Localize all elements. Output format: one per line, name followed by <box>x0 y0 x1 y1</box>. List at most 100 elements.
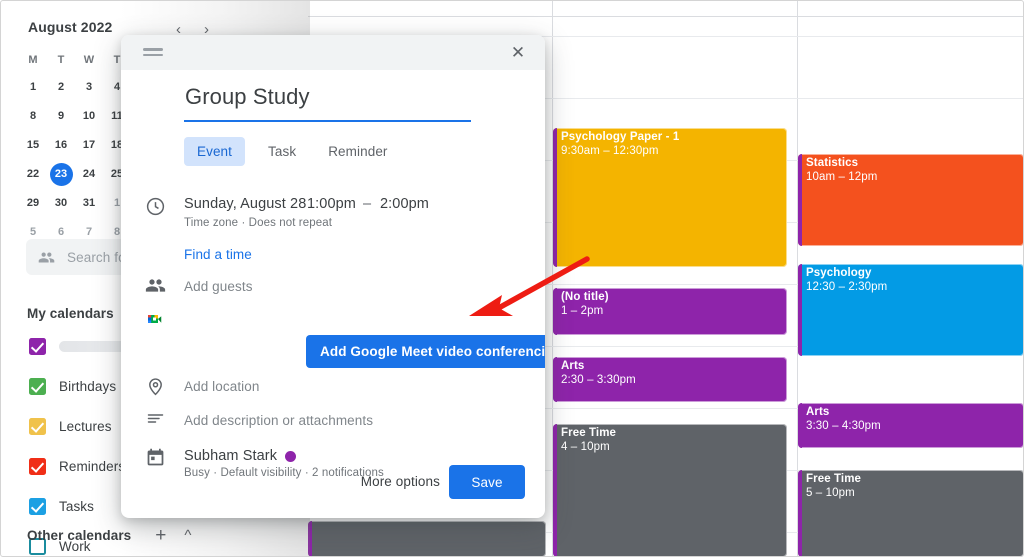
owner-name-text: Subham Stark <box>184 448 278 464</box>
event-title: Arts <box>561 360 585 372</box>
event-schedule-sub: Time zone · Does not repeat <box>184 217 333 229</box>
mini-calendar-day[interactable]: 24 <box>75 160 103 189</box>
event-color-bar <box>798 154 802 246</box>
calendar-event[interactable] <box>308 521 546 557</box>
event-color-bar <box>553 288 557 335</box>
time-dash: – <box>363 196 372 212</box>
calendar-event[interactable]: Arts 2:30 – 3:30pm <box>553 357 787 402</box>
mini-calendar-day[interactable]: 1 <box>19 73 47 102</box>
calendar-event[interactable]: (No title) 1 – 2pm <box>553 288 787 335</box>
calendar-checkbox[interactable] <box>29 337 46 355</box>
event-title-input[interactable]: Group Study <box>185 84 470 110</box>
mini-calendar-day[interactable]: 29 <box>19 189 47 218</box>
mini-calendar-day[interactable]: 10 <box>75 102 103 131</box>
other-calendars-row: Other calendars + ^ <box>27 526 191 545</box>
event-time: 3:30 – 4:30pm <box>806 419 881 432</box>
mini-calendar-day[interactable]: 31 <box>75 189 103 218</box>
event-title: Free Time <box>806 473 862 485</box>
calendar-event[interactable]: Free Time 5 – 10pm <box>798 470 1024 557</box>
owner-color-dot <box>285 450 297 462</box>
event-color-bar <box>553 424 557 557</box>
tab-task[interactable]: Task <box>255 137 309 166</box>
event-owner-sub: Busy · Default visibility · 2 notificati… <box>184 467 384 479</box>
calendar-list-item[interactable]: Lectures <box>29 416 112 436</box>
mini-calendar-selected-day[interactable]: 23 <box>49 163 73 186</box>
mini-calendar-day[interactable]: 23 <box>47 160 75 189</box>
people-search-icon <box>38 252 55 262</box>
event-color-bar <box>798 470 802 557</box>
calendar-list-item[interactable]: Reminders <box>29 456 125 476</box>
location-pin-icon <box>149 378 162 396</box>
calendar-checkbox[interactable] <box>29 457 46 475</box>
collapse-other-calendars-icon[interactable]: ^ <box>184 528 191 543</box>
calendar-icon <box>147 448 164 466</box>
calendar-event[interactable]: Psychology 12:30 – 2:30pm <box>798 264 1024 356</box>
mini-calendar-dow: T <box>57 54 65 66</box>
event-color-bar <box>553 128 557 267</box>
mini-calendar-day[interactable]: 17 <box>75 131 103 160</box>
title-underline <box>184 120 471 122</box>
event-title: Free Time <box>561 427 617 439</box>
mini-calendar-day[interactable]: 9 <box>47 102 75 131</box>
event-time: 2:30 – 3:30pm <box>561 373 636 386</box>
event-title: Arts <box>806 406 830 418</box>
add-location-input[interactable]: Add location <box>184 379 260 394</box>
event-title: Psychology Paper - 1 <box>561 131 680 143</box>
calendar-list-item[interactable]: Tasks <box>29 496 94 516</box>
event-start-time[interactable]: 1:00pm <box>307 196 356 212</box>
people-icon <box>145 279 166 292</box>
event-time: 10am – 12pm <box>806 170 878 183</box>
save-button[interactable]: Save <box>449 465 525 499</box>
event-color-bar <box>798 403 802 448</box>
calendar-event[interactable]: Arts 3:30 – 4:30pm <box>798 403 1024 448</box>
calendar-event[interactable]: Free Time 4 – 10pm <box>553 424 787 557</box>
calendar-checkbox[interactable] <box>29 497 46 515</box>
event-time: 9:30am – 12:30pm <box>561 144 659 157</box>
calendar-event[interactable]: Statistics 10am – 12pm <box>798 154 1024 246</box>
event-type-tabs[interactable]: Event Task Reminder <box>184 137 401 166</box>
add-description-input[interactable]: Add description or attachments <box>184 413 373 428</box>
add-other-calendar-icon[interactable]: + <box>155 526 166 545</box>
calendar-name: Tasks <box>59 498 95 514</box>
calendar-name: Birthdays <box>59 378 117 394</box>
event-color-bar <box>798 264 802 356</box>
tab-reminder[interactable]: Reminder <box>315 137 400 166</box>
calendar-checkbox[interactable] <box>29 417 46 435</box>
mini-calendar-dow: M <box>28 54 38 66</box>
mini-calendar-day[interactable]: 2 <box>47 73 75 102</box>
calendar-name: Reminders <box>59 458 126 474</box>
add-google-meet-button[interactable]: Add Google Meet video conferencing <box>306 335 545 368</box>
more-options-button[interactable]: More options <box>361 474 440 489</box>
event-time: 12:30 – 2:30pm <box>806 280 888 293</box>
event-creation-dialog[interactable]: ✕ Group Study Event Task Reminder Sunday… <box>121 35 545 518</box>
tab-event[interactable]: Event <box>184 137 246 166</box>
mini-calendar-day[interactable]: 15 <box>19 131 47 160</box>
event-time: 1 – 2pm <box>561 304 604 317</box>
mini-calendar-day[interactable]: 30 <box>47 189 75 218</box>
close-icon[interactable]: ✕ <box>505 40 531 66</box>
event-date[interactable]: Sunday, August 28 <box>184 196 306 212</box>
calendar-list-item[interactable]: Birthdays <box>29 376 116 396</box>
mini-calendar-day[interactable]: 22 <box>19 160 47 189</box>
event-time: 5 – 10pm <box>806 486 855 499</box>
event-color-bar <box>308 521 312 557</box>
mini-calendar-day[interactable]: 3 <box>75 73 103 102</box>
drag-handle-icon[interactable] <box>143 48 163 59</box>
add-guests-input[interactable]: Add guests <box>184 279 253 294</box>
calendar-name: Lectures <box>59 418 112 434</box>
mini-calendar-month: August 2022 <box>28 19 113 35</box>
event-title: (No title) <box>561 291 609 303</box>
clock-icon <box>146 197 165 216</box>
event-color-bar <box>553 357 557 402</box>
find-a-time-link[interactable]: Find a time <box>184 247 252 262</box>
dialog-header[interactable]: ✕ <box>121 35 545 70</box>
mini-calendar-day[interactable]: 16 <box>47 131 75 160</box>
mini-calendar-day[interactable]: 8 <box>19 102 47 131</box>
event-owner-name: Subham Stark <box>184 448 297 464</box>
grid-hour-line <box>260 16 1024 17</box>
calendar-event[interactable]: Psychology Paper - 1 9:30am – 12:30pm <box>553 128 787 267</box>
calendar-checkbox[interactable] <box>29 377 46 395</box>
event-time: 4 – 10pm <box>561 440 610 453</box>
google-meet-icon <box>148 315 162 323</box>
event-end-time[interactable]: 2:00pm <box>380 196 429 212</box>
